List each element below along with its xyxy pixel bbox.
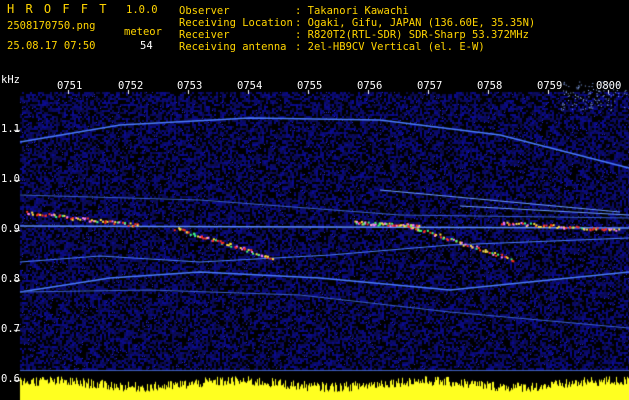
app-version: 1.0.0 xyxy=(126,4,158,16)
antenna-value: : 2el-HB9CV Vertical (el. E-W) xyxy=(295,41,485,53)
x-tick-0756: 0756 xyxy=(357,80,383,92)
x-tick-0759: 0759 xyxy=(537,80,563,92)
y-tick-0.7: 0.7 xyxy=(1,323,20,335)
spectrogram-canvas xyxy=(0,0,629,400)
x-tick-0751: 0751 xyxy=(57,80,83,92)
x-tick-0800: 0800 xyxy=(596,80,622,92)
datetime-label: 25.08.17 07:50 xyxy=(7,40,96,52)
meteor-count: 54 xyxy=(140,40,153,52)
x-tick-0758: 0758 xyxy=(477,80,503,92)
location-label: Receiving Location xyxy=(179,17,293,29)
y-axis-unit: kHz xyxy=(1,74,20,86)
x-tick-0752: 0752 xyxy=(118,80,144,92)
y-tick-1.1: 1.1 xyxy=(1,123,20,135)
y-tick-0.8: 0.8 xyxy=(1,273,20,285)
antenna-label: Receiving antenna xyxy=(179,41,287,53)
x-tick-0755: 0755 xyxy=(297,80,323,92)
receiver-value: : R820T2(RTL-SDR) SDR-Sharp 53.372MHz xyxy=(295,29,529,41)
x-tick-0757: 0757 xyxy=(417,80,443,92)
filename-label: 2508170750.png xyxy=(7,20,96,32)
x-tick-0753: 0753 xyxy=(177,80,203,92)
location-value: : Ogaki, Gifu, JAPAN (136.60E, 35.35N) xyxy=(295,17,536,29)
meteor-label: meteor xyxy=(124,26,162,38)
y-tick-0.9: 0.9 xyxy=(1,223,20,235)
y-tick-1.0: 1.0 xyxy=(1,173,20,185)
receiver-label: Receiver xyxy=(179,29,230,41)
app-title: H R O F F T xyxy=(7,2,109,16)
observer-label: Observer xyxy=(179,5,230,17)
x-tick-0754: 0754 xyxy=(237,80,263,92)
observer-value: : Takanori Kawachi xyxy=(295,5,409,17)
y-tick-0.6: 0.6 xyxy=(1,373,20,385)
